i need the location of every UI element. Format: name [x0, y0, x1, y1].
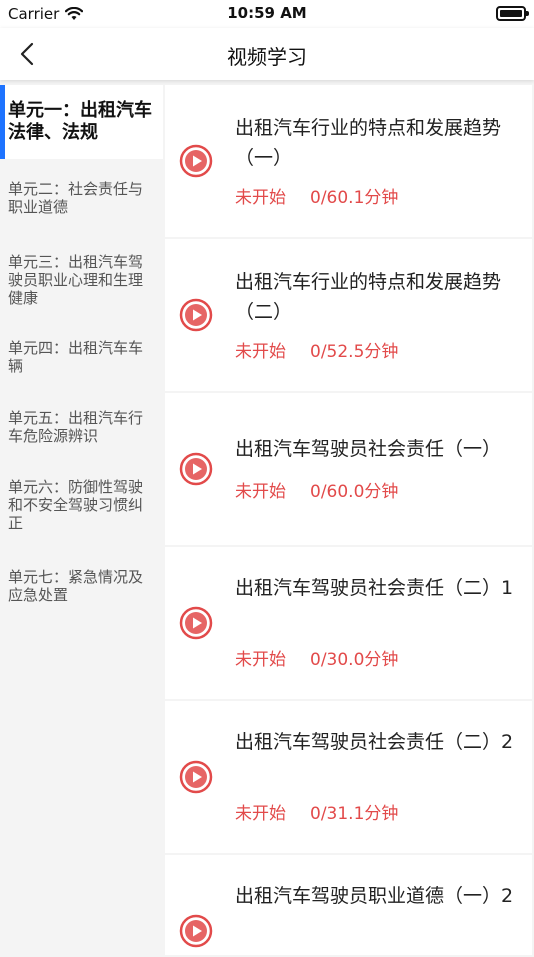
video-title: 出租汽车驾驶员社会责任（二）2 — [235, 731, 514, 753]
status-text: 未开始 — [235, 650, 286, 670]
video-title: 出租汽车行业的特点和发展趋势（二） — [235, 271, 502, 323]
play-icon[interactable] — [179, 606, 213, 640]
progress-text: 0/60.1分钟 — [310, 188, 399, 208]
video-list: 出租汽车行业的特点和发展趋势（一） 未开始 0/60.1分钟 出租汽车行业的特点和… — [165, 85, 532, 957]
video-title: 出租汽车驾驶员职业道德（一）2 — [235, 885, 514, 907]
status-bar: Carrier 10:59 AM — [0, 0, 534, 28]
sidebar-item-unit-6[interactable]: 单元六：防御性驾驶和不安全驾驶习惯纠正 — [0, 463, 163, 547]
video-item[interactable]: 出租汽车行业的特点和发展趋势（一） 未开始 0/60.1分钟 — [165, 85, 532, 237]
video-status: 未开始 0/31.1分钟 — [235, 799, 398, 824]
play-icon[interactable] — [179, 144, 213, 178]
sidebar-item-label: 单元四：出租汽车车辆 — [8, 339, 144, 375]
video-title: 出租汽车驾驶员社会责任（一） — [235, 438, 502, 460]
video-status: 未开始 0/60.1分钟 — [235, 183, 398, 208]
progress-text: 0/31.1分钟 — [310, 804, 399, 824]
progress-text: 0/60.0分钟 — [310, 482, 399, 502]
sidebar-item-label: 单元一：出租汽车法律、法规 — [8, 100, 152, 143]
status-text: 未开始 — [235, 804, 286, 824]
play-icon[interactable] — [179, 298, 213, 332]
sidebar-item-unit-1[interactable]: 单元一：出租汽车法律、法规 — [0, 85, 163, 159]
status-time: 10:59 AM — [227, 4, 307, 22]
video-item[interactable]: 出租汽车驾驶员社会责任（二）1 未开始 0/30.0分钟 — [165, 547, 532, 699]
sidebar-item-unit-4[interactable]: 单元四：出租汽车车辆 — [0, 323, 163, 391]
play-icon[interactable] — [179, 760, 213, 794]
sidebar-item-label: 单元七：紧急情况及应急处置 — [8, 568, 144, 604]
progress-text: 0/30.0分钟 — [310, 650, 399, 670]
sidebar-item-label: 单元三：出租汽车驾驶员职业心理和生理健康 — [8, 253, 144, 307]
video-status: 未开始 0/52.5分钟 — [235, 337, 398, 362]
sidebar-item-unit-5[interactable]: 单元五：出租汽车行车危险源辨识 — [0, 391, 163, 463]
sidebar-item-label: 单元二：社会责任与职业道德 — [8, 180, 144, 216]
sidebar-item-unit-3[interactable]: 单元三：出租汽车驾驶员职业心理和生理健康 — [0, 237, 163, 323]
video-status: 未开始 0/60.0分钟 — [235, 477, 398, 502]
status-text: 未开始 — [235, 342, 286, 362]
nav-bar: 视频学习 — [0, 28, 534, 80]
video-title: 出租汽车行业的特点和发展趋势（一） — [235, 117, 502, 169]
progress-text: 0/52.5分钟 — [310, 342, 399, 362]
video-item[interactable]: 出租汽车驾驶员社会责任（二）2 未开始 0/31.1分钟 — [165, 701, 532, 853]
video-item[interactable]: 出租汽车驾驶员职业道德（一）2 — [165, 855, 532, 955]
status-text: 未开始 — [235, 482, 286, 502]
unit-sidebar: 单元一：出租汽车法律、法规 单元二：社会责任与职业道德 单元三：出租汽车驾驶员职… — [0, 85, 163, 625]
page-title: 视频学习 — [227, 45, 307, 69]
video-title: 出租汽车驾驶员社会责任（二）1 — [235, 577, 514, 599]
battery-icon — [496, 6, 529, 21]
sidebar-item-label: 单元五：出租汽车行车危险源辨识 — [8, 409, 144, 445]
sidebar-item-label: 单元六：防御性驾驶和不安全驾驶习惯纠正 — [8, 478, 144, 532]
sidebar-item-unit-2[interactable]: 单元二：社会责任与职业道德 — [0, 159, 163, 237]
video-item[interactable]: 出租汽车行业的特点和发展趋势（二） 未开始 0/52.5分钟 — [165, 239, 532, 391]
play-icon[interactable] — [179, 914, 213, 948]
play-icon[interactable] — [179, 452, 213, 486]
video-item[interactable]: 出租汽车驾驶员社会责任（一） 未开始 0/60.0分钟 — [165, 393, 532, 545]
video-status: 未开始 0/30.0分钟 — [235, 645, 398, 670]
status-text: 未开始 — [235, 188, 286, 208]
sidebar-item-unit-7[interactable]: 单元七：紧急情况及应急处置 — [0, 547, 163, 625]
